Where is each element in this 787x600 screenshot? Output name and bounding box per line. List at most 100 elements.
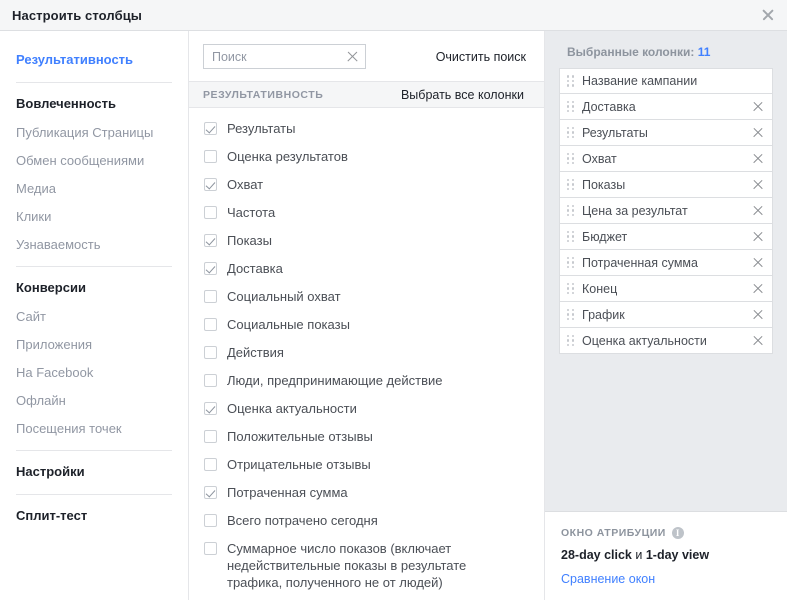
compare-windows-link[interactable]: Сравнение окон: [561, 572, 773, 586]
checkbox-icon[interactable]: [204, 150, 217, 163]
checkbox-icon[interactable]: [204, 542, 217, 555]
remove-column-icon[interactable]: [752, 101, 764, 113]
column-option[interactable]: Социальный охват: [189, 288, 544, 316]
column-option[interactable]: Потраченная сумма: [189, 484, 544, 512]
remove-column-icon[interactable]: [752, 127, 764, 139]
sidebar-item[interactable]: На Facebook: [0, 359, 188, 387]
column-option[interactable]: Частота: [189, 204, 544, 232]
sidebar-item[interactable]: Публикация Страницы: [0, 119, 188, 147]
remove-column-icon[interactable]: [752, 205, 764, 217]
checkbox-checked-icon[interactable]: [204, 486, 217, 499]
checkbox-icon[interactable]: [204, 318, 217, 331]
sidebar-item[interactable]: Офлайн: [0, 387, 188, 415]
selected-column-label: Результаты: [582, 125, 648, 140]
sidebar-item[interactable]: Сайт: [0, 303, 188, 331]
selected-column-item[interactable]: Цена за результат: [559, 198, 773, 224]
sidebar-divider: [16, 450, 172, 451]
checkbox-icon[interactable]: [204, 430, 217, 443]
sidebar-item[interactable]: Обмен сообщениями: [0, 147, 188, 175]
drag-handle-icon[interactable]: [566, 75, 575, 87]
selected-column-item[interactable]: Название кампании: [559, 68, 773, 94]
selected-column-item[interactable]: Охват: [559, 146, 773, 172]
dialog-body: Результативность Вовлеченность Публикация …: [0, 31, 787, 600]
checkbox-checked-icon[interactable]: [204, 122, 217, 135]
column-option[interactable]: Результаты: [189, 120, 544, 148]
remove-column-icon[interactable]: [752, 179, 764, 191]
sidebar-group-header[interactable]: Настройки: [0, 457, 188, 487]
drag-handle-icon[interactable]: [566, 204, 575, 217]
selected-column-item[interactable]: Доставка: [559, 94, 773, 120]
drag-handle-icon[interactable]: [566, 256, 575, 269]
checkbox-icon[interactable]: [204, 374, 217, 387]
checkbox-icon[interactable]: [204, 514, 217, 527]
checkbox-icon[interactable]: [204, 290, 217, 303]
sidebar-item[interactable]: Посещения точек: [0, 415, 188, 443]
remove-column-icon[interactable]: [752, 309, 764, 321]
drag-handle-icon[interactable]: [566, 126, 575, 139]
close-icon[interactable]: [759, 6, 777, 24]
drag-handle-icon[interactable]: [566, 334, 575, 347]
sidebar-item[interactable]: Приложения: [0, 331, 188, 359]
clear-search-link[interactable]: Очистить поиск: [436, 50, 530, 64]
column-option[interactable]: Всего потрачено сегодня: [189, 512, 544, 540]
sidebar-item[interactable]: Узнаваемость: [0, 231, 188, 259]
checkbox-checked-icon[interactable]: [204, 402, 217, 415]
sidebar-group: Сплит-тест: [0, 501, 188, 531]
column-option[interactable]: Охват: [189, 176, 544, 204]
checkbox-icon[interactable]: [204, 458, 217, 471]
clear-icon[interactable]: [345, 49, 360, 64]
remove-column-icon[interactable]: [752, 153, 764, 165]
checkbox-icon[interactable]: [204, 346, 217, 359]
search-box[interactable]: [203, 44, 366, 69]
column-option[interactable]: Суммарное число показов (включает недейс…: [189, 540, 544, 591]
category-sidebar: Результативность Вовлеченность Публикация …: [0, 31, 189, 600]
options-container: Результаты Оценка результатов Охват Частота…: [189, 120, 544, 591]
drag-handle-icon[interactable]: [566, 100, 575, 113]
sidebar-group-header[interactable]: Результативность: [0, 45, 188, 75]
options-list: Результаты Оценка результатов Охват Частота…: [189, 108, 544, 600]
drag-handle-icon[interactable]: [566, 178, 575, 191]
drag-handle-icon[interactable]: [566, 230, 575, 243]
drag-handle-icon[interactable]: [566, 152, 575, 165]
column-option-label: Частота: [227, 205, 276, 220]
remove-column-icon[interactable]: [752, 257, 764, 269]
sidebar-item[interactable]: Медиа: [0, 175, 188, 203]
column-option[interactable]: Доставка: [189, 260, 544, 288]
selected-column-item[interactable]: Потраченная сумма: [559, 250, 773, 276]
sidebar-group-header[interactable]: Вовлеченность: [0, 89, 188, 119]
column-option[interactable]: Действия: [189, 344, 544, 372]
drag-handle-icon[interactable]: [566, 308, 575, 321]
selected-column-item[interactable]: Показы: [559, 172, 773, 198]
selected-column-label: Охват: [582, 151, 617, 166]
column-option[interactable]: Оценка результатов: [189, 148, 544, 176]
checkbox-checked-icon[interactable]: [204, 178, 217, 191]
selected-column-item[interactable]: Бюджет: [559, 224, 773, 250]
drag-handle-icon[interactable]: [566, 282, 575, 295]
remove-column-icon[interactable]: [752, 231, 764, 243]
sidebar-group-header[interactable]: Конверсии: [0, 273, 188, 303]
remove-column-icon[interactable]: [752, 335, 764, 347]
options-scrollbar[interactable]: [533, 108, 541, 594]
selected-column-item[interactable]: Оценка актуальности: [559, 328, 773, 354]
selected-column-item[interactable]: Конец: [559, 276, 773, 302]
sidebar-group-header[interactable]: Сплит-тест: [0, 501, 188, 531]
search-input[interactable]: [204, 45, 365, 68]
remove-column-icon[interactable]: [752, 283, 764, 295]
sidebar-item[interactable]: Клики: [0, 203, 188, 231]
selected-columns-count: Выбранные колонки: 11: [567, 45, 773, 59]
checkbox-checked-icon[interactable]: [204, 262, 217, 275]
info-icon[interactable]: i: [671, 527, 684, 539]
selected-column-item[interactable]: Результаты: [559, 120, 773, 146]
column-option[interactable]: Социальные показы: [189, 316, 544, 344]
selected-column-item[interactable]: График: [559, 302, 773, 328]
column-option[interactable]: Отрицательные отзывы: [189, 456, 544, 484]
checkbox-icon[interactable]: [204, 206, 217, 219]
column-option[interactable]: Положительные отзывы: [189, 428, 544, 456]
column-option[interactable]: Оценка актуальности: [189, 400, 544, 428]
column-option[interactable]: Показы: [189, 232, 544, 260]
select-all-columns-link[interactable]: Выбрать все колонки: [401, 88, 530, 102]
column-option-label: Результаты: [227, 121, 296, 136]
column-option-label: Социальные показы: [227, 317, 350, 332]
checkbox-checked-icon[interactable]: [204, 234, 217, 247]
column-option[interactable]: Люди, предпринимающие действие: [189, 372, 544, 400]
